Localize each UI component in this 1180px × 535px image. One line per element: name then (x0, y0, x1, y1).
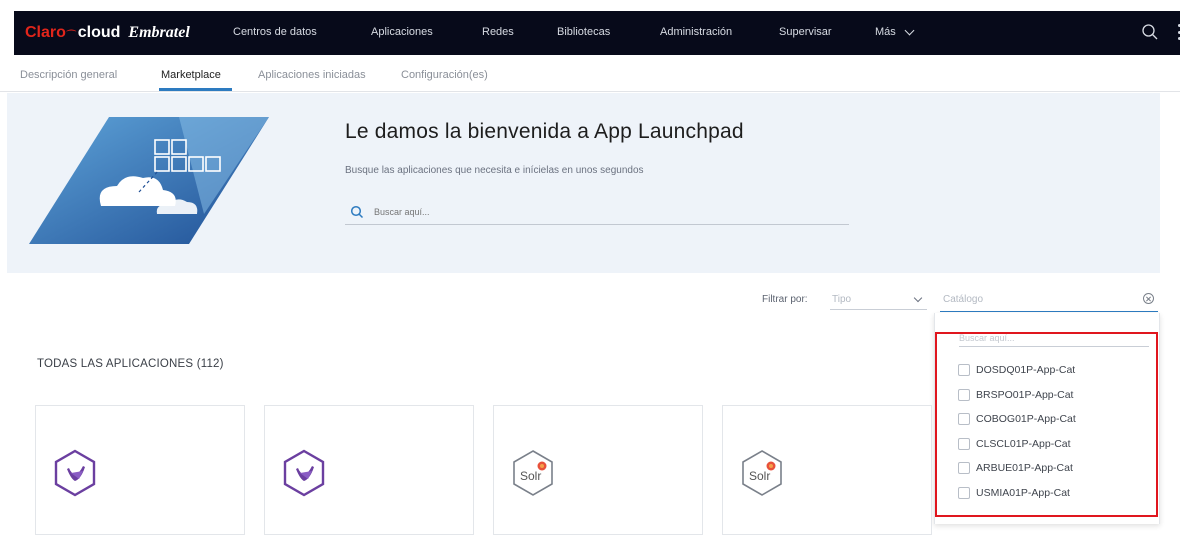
option-checkbox[interactable] (958, 462, 970, 474)
filter-label: Filtrar por: (762, 294, 808, 305)
hero-title: Le damos la bienvenida a App Launchpad (345, 120, 744, 143)
app-card[interactable]: Solr (722, 405, 932, 535)
tab-configuraciones[interactable]: Configuración(es) (401, 69, 488, 81)
claro-spark-icon: ⁔ (66, 20, 76, 32)
nav-item-redes[interactable]: Redes (482, 26, 514, 38)
catalog-option[interactable]: ARBUE01P-App-Cat (958, 462, 1073, 474)
app-card[interactable] (35, 405, 245, 535)
brand-claro: Claro (25, 24, 66, 41)
top-navbar: Claro ⁔ cloud Embratel Centros de datos … (14, 11, 1180, 55)
app-card[interactable]: Solr (493, 405, 703, 535)
type-filter-select[interactable]: Tipo (830, 292, 927, 310)
hero-banner: Le damos la bienvenida a App Launchpad B… (7, 93, 1160, 273)
catalog-filter-select[interactable]: Catálogo (940, 292, 1158, 312)
active-tab-indicator (159, 88, 232, 91)
option-label: BRSPO01P-App-Cat (976, 389, 1074, 401)
solr-icon: Solr (742, 450, 782, 496)
option-label: USMIA01P-App-Cat (976, 487, 1070, 499)
type-filter-placeholder: Tipo (832, 294, 852, 305)
nav-item-centros-de-datos[interactable]: Centros de datos (233, 26, 317, 38)
solr-logo-text: Solr (749, 469, 770, 483)
hero-subtitle: Busque las aplicaciones que necesita e i… (345, 165, 644, 176)
catalog-option[interactable]: USMIA01P-App-Cat (958, 487, 1070, 499)
brand-embratel: Embratel (128, 24, 190, 41)
search-icon (350, 205, 364, 218)
subtabs-bar: Descripción general Marketplace Aplicaci… (0, 62, 1180, 92)
nav-item-administracion[interactable]: Administración (660, 26, 732, 38)
clear-icon[interactable] (1143, 293, 1154, 304)
catalog-option[interactable]: CLSCL01P-App-Cat (958, 438, 1071, 450)
option-label: COBOG01P-App-Cat (976, 413, 1076, 425)
option-label: CLSCL01P-App-Cat (976, 438, 1071, 450)
app-card[interactable] (264, 405, 474, 535)
hero-search-input[interactable] (374, 206, 794, 217)
catalog-filter-placeholder: Catálogo (943, 294, 984, 305)
section-title: TODAS LAS APLICACIONES (112) (37, 358, 224, 370)
option-checkbox[interactable] (958, 364, 970, 376)
option-checkbox[interactable] (958, 487, 970, 499)
tab-descripcion-general[interactable]: Descripción general (20, 69, 117, 81)
option-label: ARBUE01P-App-Cat (976, 462, 1073, 474)
cloud-launchpad-illustration (29, 117, 269, 244)
tab-marketplace[interactable]: Marketplace (161, 69, 221, 81)
tab-aplicaciones-iniciadas[interactable]: Aplicaciones iniciadas (258, 69, 366, 81)
solr-logo-text: Solr (520, 469, 541, 483)
dropdown-search-field[interactable]: Buscar aquí... (959, 333, 1149, 347)
hexagon-app-icon (283, 449, 325, 497)
option-checkbox[interactable] (958, 389, 970, 401)
brand-logo[interactable]: Claro ⁔ cloud Embratel (25, 20, 225, 42)
option-checkbox[interactable] (958, 413, 970, 425)
nav-more-label: Más (875, 26, 896, 38)
chevron-down-icon (913, 293, 923, 303)
chevron-down-icon (904, 25, 915, 35)
catalog-option[interactable]: BRSPO01P-App-Cat (958, 389, 1073, 401)
solr-icon: Solr (513, 450, 553, 496)
search-icon[interactable] (1141, 23, 1159, 41)
nav-item-aplicaciones[interactable]: Aplicaciones (371, 26, 433, 38)
hexagon-app-icon (54, 449, 96, 497)
option-label: DOSDQ01P-App-Cat (976, 364, 1076, 376)
nav-more-menu[interactable]: Más (875, 25, 915, 38)
brand-cloud: cloud (77, 24, 121, 41)
catalog-option[interactable]: DOSDQ01P-App-Cat (958, 364, 1075, 376)
catalog-option[interactable]: COBOG01P-App-Cat (958, 413, 1076, 425)
option-checkbox[interactable] (958, 438, 970, 450)
hero-search-field[interactable] (345, 199, 849, 225)
nav-item-supervisar[interactable]: Supervisar (779, 26, 832, 38)
nav-item-bibliotecas[interactable]: Bibliotecas (557, 26, 610, 38)
